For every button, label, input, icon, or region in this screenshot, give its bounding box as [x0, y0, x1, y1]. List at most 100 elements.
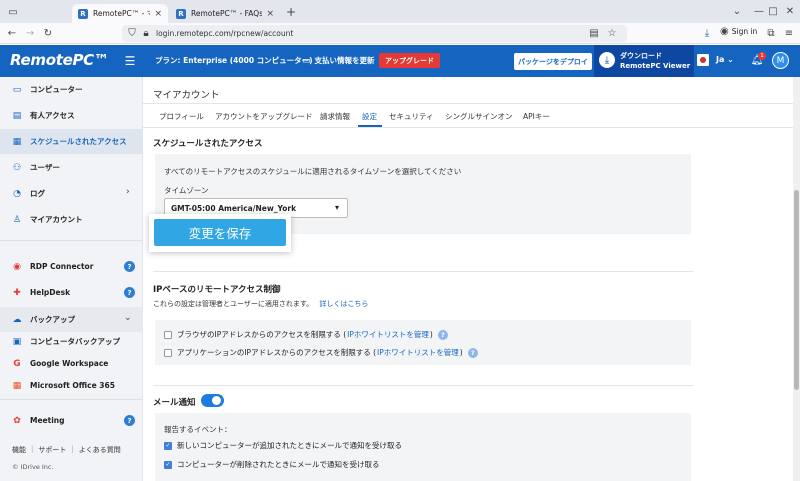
close-window-icon[interactable]: ✕ — [783, 4, 797, 18]
sidebar: ▭ コンピューター ▤ 有人アクセス ▦ スケジュールされたアクセス ⚇ ユーザー ◔ ロ… — [0, 77, 143, 481]
sidebar-item-meeting[interactable]: ✿ Meeting — [0, 408, 143, 433]
download-viewer-button[interactable]: ⤓ ダウンロード RemotePC Viewer — [594, 45, 694, 77]
language-selector[interactable]: Ja ⌄ — [716, 55, 734, 64]
downloads-icon[interactable]: ⤓ — [700, 26, 714, 40]
tab-close-icon[interactable]: × — [154, 9, 162, 19]
email-notification-toggle[interactable] — [201, 394, 224, 407]
avatar[interactable]: M — [772, 52, 789, 69]
help-icon[interactable]: ? — [467, 347, 478, 358]
footer-link-faq[interactable]: よくある質問 — [79, 445, 121, 455]
remotepc-logo[interactable]: RemotePC™ — [10, 51, 109, 69]
sign-in-button[interactable]: ◉ Sign in — [720, 26, 757, 37]
ip-description-text: これらの設定は管理者とユーザーに適用されます。 — [153, 300, 314, 308]
copyright: © IDrive Inc. — [12, 463, 54, 471]
sidebar-item-label: バックアップ — [30, 315, 75, 324]
extensions-icon[interactable]: ⧉ — [764, 26, 778, 40]
lock-icon[interactable]: 🔒︎ — [140, 27, 152, 39]
divider — [143, 103, 793, 104]
ip-access-heading: IPベースのリモートアクセス制御 — [153, 285, 281, 295]
footer-link-support[interactable]: サポート — [38, 445, 66, 455]
helpdesk-help-icon[interactable]: ? — [124, 287, 135, 298]
ip-option-application: アプリケーションのIPアドレスからのアクセスを制限する (IPホワイトリストを管… — [164, 347, 478, 358]
japan-flag-icon[interactable] — [697, 54, 709, 66]
reader-view-icon[interactable]: ▤ — [588, 27, 600, 39]
meeting-icon: ✿ — [13, 415, 21, 426]
hamburger-menu-icon[interactable]: ☰ — [123, 54, 137, 68]
tab-search-chevron-icon[interactable]: ⌄ — [730, 4, 744, 18]
tab-close-icon[interactable]: × — [266, 9, 274, 19]
ip-option-browser: ブラウザのIPアドレスからのアクセスを制限する (IPホワイトリストを管理) ? — [164, 329, 448, 340]
event-checkbox[interactable]: ✓ — [164, 441, 172, 450]
event-checkbox[interactable]: ✓ — [164, 460, 172, 469]
update-payment-link[interactable]: ▭ 支払い情報を更新 — [302, 55, 375, 66]
maximize-icon[interactable]: □ — [766, 4, 780, 18]
minimize-icon[interactable]: — — [752, 4, 766, 18]
shield-icon[interactable]: ⛉ — [126, 27, 138, 39]
bookmark-star-icon[interactable]: ☆ — [606, 27, 618, 39]
timezone-description: すべてのリモートアクセスのスケジュールに適用されるタイムゾーンを選択してください — [164, 167, 462, 176]
credit-card-icon: ▭ — [302, 55, 311, 66]
rdp-connector-icon: ◉ — [13, 261, 21, 272]
timezone-value: GMT-05:00 America/New_York — [171, 204, 297, 213]
remotepc-favicon: R — [176, 8, 186, 19]
footer-link-features[interactable]: 機能 — [12, 445, 26, 455]
email-events-panel: 報告するイベント： ✓ 新しいコンピューターが追加されたときにメールで通知を受け… — [155, 413, 691, 481]
sidebar-item-computers[interactable]: ▭ コンピューター — [0, 77, 143, 102]
meeting-help-icon[interactable]: ? — [124, 415, 135, 426]
learn-more-link[interactable]: 詳しくはこちら — [319, 300, 368, 308]
email-notification-heading: メール通知 — [153, 398, 196, 408]
browser-tab-active[interactable]: R RemotePC™ - マイアカウント × — [72, 4, 168, 23]
sidebar-item-rdp-connector[interactable]: ◉ RDP Connector — [0, 254, 143, 279]
tab-security[interactable]: セキュリティ — [389, 111, 434, 122]
tab-title: RemotePC™ - マイアカウント — [93, 9, 151, 18]
menu-icon[interactable]: ≡ — [782, 26, 796, 40]
manage-whitelist-link[interactable]: IPホワイトリストを管理 — [347, 329, 429, 340]
forward-icon[interactable]: → — [23, 26, 37, 40]
download-label-1: ダウンロード — [620, 52, 662, 60]
browser-toolbar: ← → ↻ ⛉ 🔒︎ login.remotepc.com/rpcnew/acc… — [0, 23, 800, 44]
browser-tab[interactable]: R RemotePC™ - FAQs on Remote × — [170, 4, 280, 23]
computer-backup-icon: ▣ — [12, 336, 22, 347]
chevron-down-icon: ⌄ — [724, 55, 734, 64]
reload-icon[interactable]: ↻ — [41, 26, 55, 40]
tab-upgrade-account[interactable]: アカウントをアップグレード — [215, 111, 313, 122]
browser-ip-label: ブラウザのIPアドレスからのアクセスを制限する ( — [177, 330, 347, 339]
remotepc-favicon: R — [78, 8, 88, 19]
tab-settings[interactable]: 設定 — [362, 111, 377, 122]
close-paren: ) — [429, 330, 433, 339]
microsoft-icon: ▦ — [12, 380, 22, 391]
tab-single-sign-on[interactable]: シングルサインオン — [445, 111, 513, 122]
sidebar-item-scheduled-access[interactable]: ▦ スケジュールされたアクセス — [0, 129, 143, 154]
sidebar-item-helpdesk[interactable]: ✚ HelpDesk — [0, 280, 143, 305]
deploy-package-button[interactable]: パッケージをデプロイ — [514, 53, 592, 70]
manage-whitelist-link[interactable]: IPホワイトリストを管理 — [377, 347, 459, 358]
application-ip-label: アプリケーションのIPアドレスからのアクセスを制限する ( — [177, 348, 377, 357]
person-icon: ♙ — [12, 214, 22, 225]
sidebar-item-logs[interactable]: ◔ ログ › — [0, 181, 143, 206]
rdp-help-icon[interactable]: ? — [124, 261, 135, 272]
tab-profile[interactable]: プロフィール — [159, 111, 204, 122]
help-icon[interactable]: ? — [437, 329, 448, 340]
tab-list-icon[interactable]: ▭ — [6, 5, 20, 19]
tab-title: RemotePC™ - FAQs on Remote — [191, 9, 263, 18]
sidebar-item-attended-access[interactable]: ▤ 有人アクセス — [0, 103, 143, 128]
sidebar-footer-links: 機能 | サポート | よくある質問 — [12, 445, 121, 455]
application-ip-checkbox[interactable] — [164, 348, 172, 357]
timezone-label: タイムゾーン — [164, 186, 209, 195]
sidebar-item-my-account[interactable]: ♙ マイアカウント — [0, 207, 143, 232]
upgrade-button[interactable]: アップグレード — [379, 53, 440, 68]
main-content: マイアカウント プロフィール アカウントをアップグレード 請求情報 設定 セキュ… — [143, 77, 793, 481]
notification-badge: 1 — [758, 52, 766, 60]
scrollbar-thumb[interactable] — [794, 190, 799, 390]
browser-ip-checkbox[interactable] — [164, 330, 172, 339]
new-tab-icon[interactable]: + — [284, 5, 298, 19]
sidebar-item-users[interactable]: ⚇ ユーザー — [0, 155, 143, 180]
sidebar-item-label: 有人アクセス — [30, 111, 75, 120]
back-icon[interactable]: ← — [5, 26, 19, 40]
save-changes-button[interactable]: 変更を保存 — [154, 219, 286, 246]
sidebar-item-office365[interactable]: ▦ Microsoft Office 365 — [0, 373, 143, 398]
tab-api-key[interactable]: APIキー — [523, 111, 550, 122]
tab-billing[interactable]: 請求情報 — [320, 111, 350, 122]
chevron-down-icon: ⌄ — [124, 313, 132, 323]
address-bar[interactable]: ⛉ 🔒︎ login.remotepc.com/rpcnew/account ☆… — [122, 25, 627, 42]
